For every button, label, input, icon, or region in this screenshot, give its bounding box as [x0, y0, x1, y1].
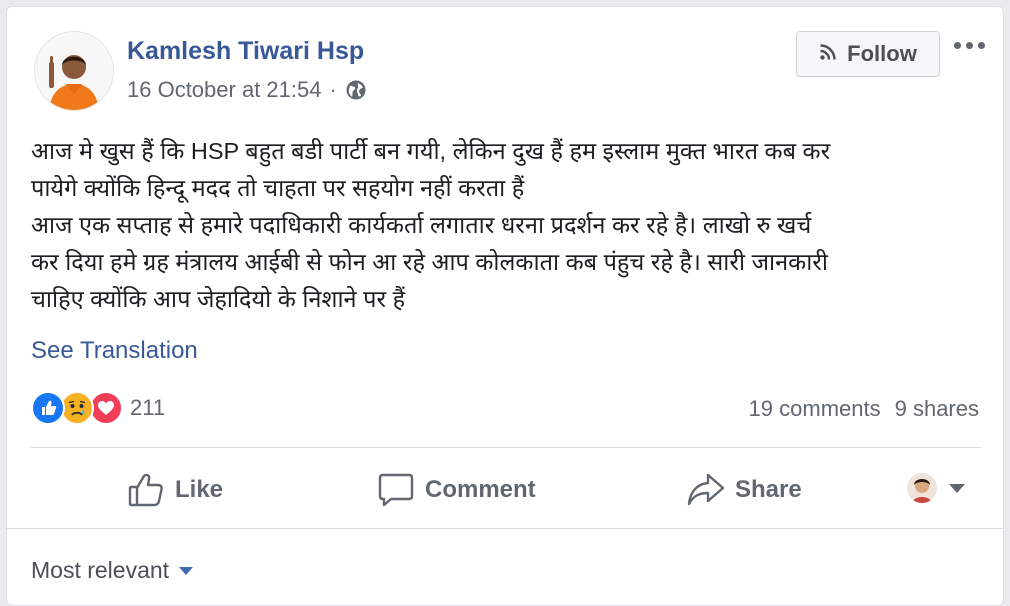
like-button[interactable]: Like: [127, 453, 223, 527]
comment-sort-selector[interactable]: Most relevant: [31, 557, 194, 584]
author-name[interactable]: Kamlesh Tiwari Hsp: [127, 37, 364, 66]
post-card: Kamlesh Tiwari Hsp 16 October at 21:54 ·…: [6, 6, 1004, 606]
author-avatar-image: [35, 32, 113, 110]
sort-label: Most relevant: [31, 557, 170, 583]
share-arrow-icon: [687, 471, 725, 509]
reactions-summary[interactable]: 211: [31, 391, 165, 425]
comment-button[interactable]: Comment: [377, 453, 536, 527]
share-label: Share: [735, 476, 802, 503]
sad-reaction-icon: [60, 391, 94, 425]
share-button[interactable]: Share: [687, 453, 802, 527]
follow-label: Follow: [847, 41, 917, 66]
post-actions: Like Comment Share: [31, 453, 981, 527]
post-meta: 16 October at 21:54 ·: [127, 77, 367, 103]
see-translation-link[interactable]: See Translation: [31, 337, 198, 365]
comments-count-link[interactable]: 19 comments: [749, 396, 881, 422]
post-timestamp[interactable]: 16 October at 21:54: [127, 77, 321, 103]
more-options-icon[interactable]: [951, 35, 987, 55]
post-body-line: पायेगे क्योंकि हिन्दू मदद तो चाहता पर सह…: [31, 175, 525, 201]
viewer-avatar: [907, 473, 937, 503]
chevron-down-icon: [949, 483, 965, 493]
thumbs-up-icon: [127, 471, 165, 509]
love-reaction-icon: [89, 391, 123, 425]
chevron-down-icon: [179, 566, 194, 575]
comment-bubble-icon: [377, 471, 415, 509]
comment-label: Comment: [425, 476, 536, 503]
rss-icon: [819, 41, 837, 67]
like-reaction-icon: [31, 391, 65, 425]
author-avatar[interactable]: [34, 31, 114, 111]
follow-button[interactable]: Follow: [796, 31, 940, 77]
comments-divider: [7, 528, 1003, 529]
globe-icon[interactable]: [345, 79, 367, 101]
post-body-line: आज एक सप्ताह से हमारे पदाधिकारी कार्यकर्…: [31, 212, 812, 238]
reactions-divider: [31, 447, 981, 448]
post-body-line: आज मे खुस हैं कि HSP बहुत बडी पार्टी बन …: [31, 138, 831, 164]
engagement-stats: 19 comments 9 shares: [749, 396, 979, 422]
viewer-audience-selector[interactable]: [907, 473, 965, 503]
like-label: Like: [175, 476, 224, 503]
reaction-count: 211: [130, 395, 166, 420]
shares-count-link[interactable]: 9 shares: [895, 396, 979, 422]
meta-separator: ·: [329, 77, 337, 102]
post-body-line: कर दिया हमे ग्रह मंत्रालय आईबी से फोन आ …: [31, 249, 828, 275]
post-body: आज मे खुस हैं कि HSP बहुत बडी पार्टी बन …: [31, 133, 991, 318]
post-body-line: चाहिए क्योंकि आप जेहादियो के निशाने पर ह…: [31, 286, 406, 312]
